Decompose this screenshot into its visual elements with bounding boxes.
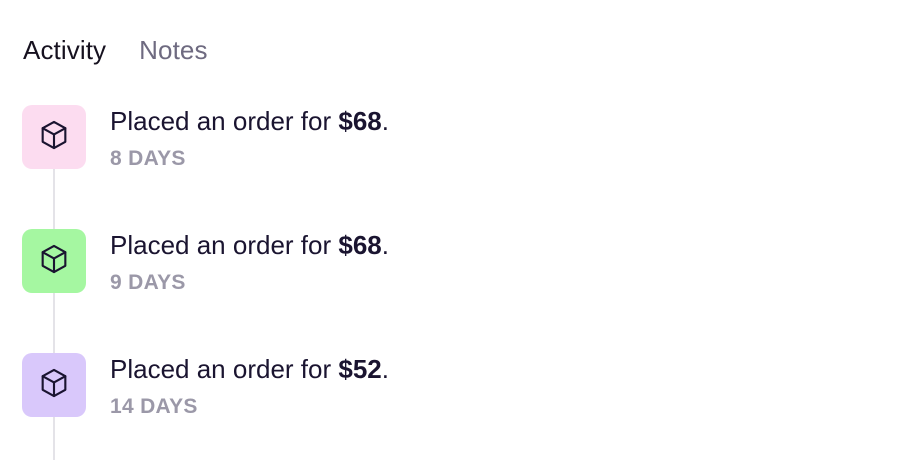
activity-amount: $52 — [338, 354, 382, 384]
activity-text-suffix: . — [381, 230, 389, 260]
activity-description: Placed an order for $52. — [110, 352, 389, 386]
activity-item: Placed an order for $52. 14 DAYS — [22, 353, 822, 433]
activity-text-prefix: Placed an order for — [110, 230, 339, 260]
activity-item: Placed an order for $68. 8 DAYS — [22, 105, 822, 185]
tab-activity[interactable]: Activity — [23, 30, 106, 70]
activity-text-prefix: Placed an order for — [110, 106, 339, 136]
activity-icon-box — [22, 105, 86, 169]
activity-time: 9 DAYS — [110, 271, 186, 294]
activity-item: Placed an order for $68. 9 DAYS — [22, 229, 822, 309]
activity-amount: $68 — [338, 106, 382, 136]
activity-text-prefix: Placed an order for — [110, 354, 339, 384]
activity-time: 8 DAYS — [110, 147, 186, 170]
activity-description: Placed an order for $68. — [110, 104, 389, 138]
tab-bar: Activity Notes — [23, 30, 208, 70]
activity-text-suffix: . — [381, 354, 389, 384]
activity-text-suffix: . — [381, 106, 389, 136]
package-icon — [37, 242, 71, 281]
package-icon — [37, 118, 71, 157]
activity-icon-box — [22, 353, 86, 417]
tab-notes[interactable]: Notes — [139, 30, 207, 70]
activity-description: Placed an order for $68. — [110, 228, 389, 262]
activity-time: 14 DAYS — [110, 395, 198, 418]
activity-icon-box — [22, 229, 86, 293]
package-icon — [37, 366, 71, 405]
activity-amount: $68 — [338, 230, 382, 260]
